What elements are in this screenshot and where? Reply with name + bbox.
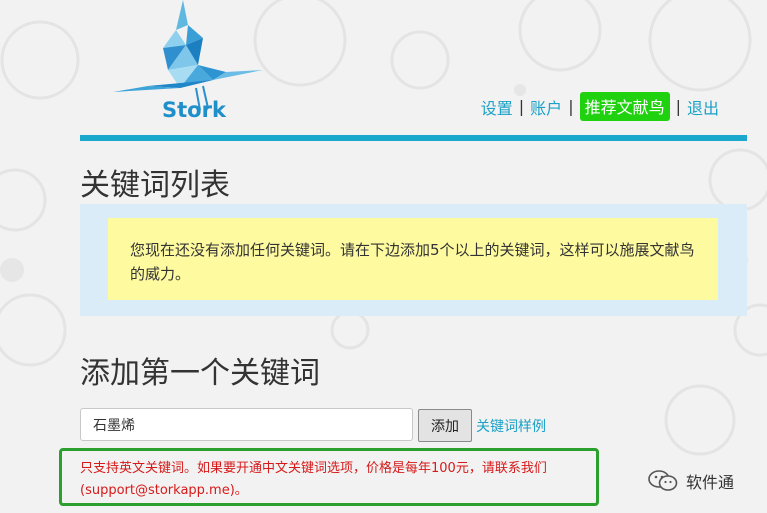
add-keyword-title: 添加第一个关键词 xyxy=(80,356,320,391)
top-nav: 设置 | 账户 | 推荐文献鸟 | 退出 xyxy=(481,92,719,121)
keyword-list-title: 关键词列表 xyxy=(80,168,230,203)
add-keyword-button[interactable]: 添加 xyxy=(418,409,472,442)
nav-separator: | xyxy=(568,97,574,116)
nav-separator: | xyxy=(675,97,681,116)
english-only-warning: 只支持英文关键词。如果要开通中文关键词选项，价格是每年100元，请联系我们(su… xyxy=(80,461,547,498)
nav-separator: | xyxy=(518,97,525,116)
nav-logout-link[interactable]: 退出 xyxy=(687,95,719,119)
nav-account-link[interactable]: 账户 xyxy=(530,95,562,119)
page: Stork 设置 | 账户 | 推荐文献鸟 | 退出 关键词列表 您现在还没有添… xyxy=(0,0,767,513)
nav-settings-link[interactable]: 设置 xyxy=(481,95,513,119)
keyword-input[interactable] xyxy=(80,408,413,441)
header-divider xyxy=(80,135,747,141)
brand-name: Stork xyxy=(162,98,226,122)
keyword-examples-link[interactable]: 关键词样例 xyxy=(476,416,546,436)
wechat-watermark: 软件通 xyxy=(648,469,734,493)
wechat-icon xyxy=(648,470,678,491)
watermark-text: 软件通 xyxy=(686,473,735,492)
empty-keywords-notice: 您现在还没有添加任何关键词。请在下边添加5个以上的关键词，这样可以施展文献鸟的威… xyxy=(108,218,718,300)
nav-recommend-link[interactable]: 推荐文献鸟 xyxy=(579,92,670,121)
